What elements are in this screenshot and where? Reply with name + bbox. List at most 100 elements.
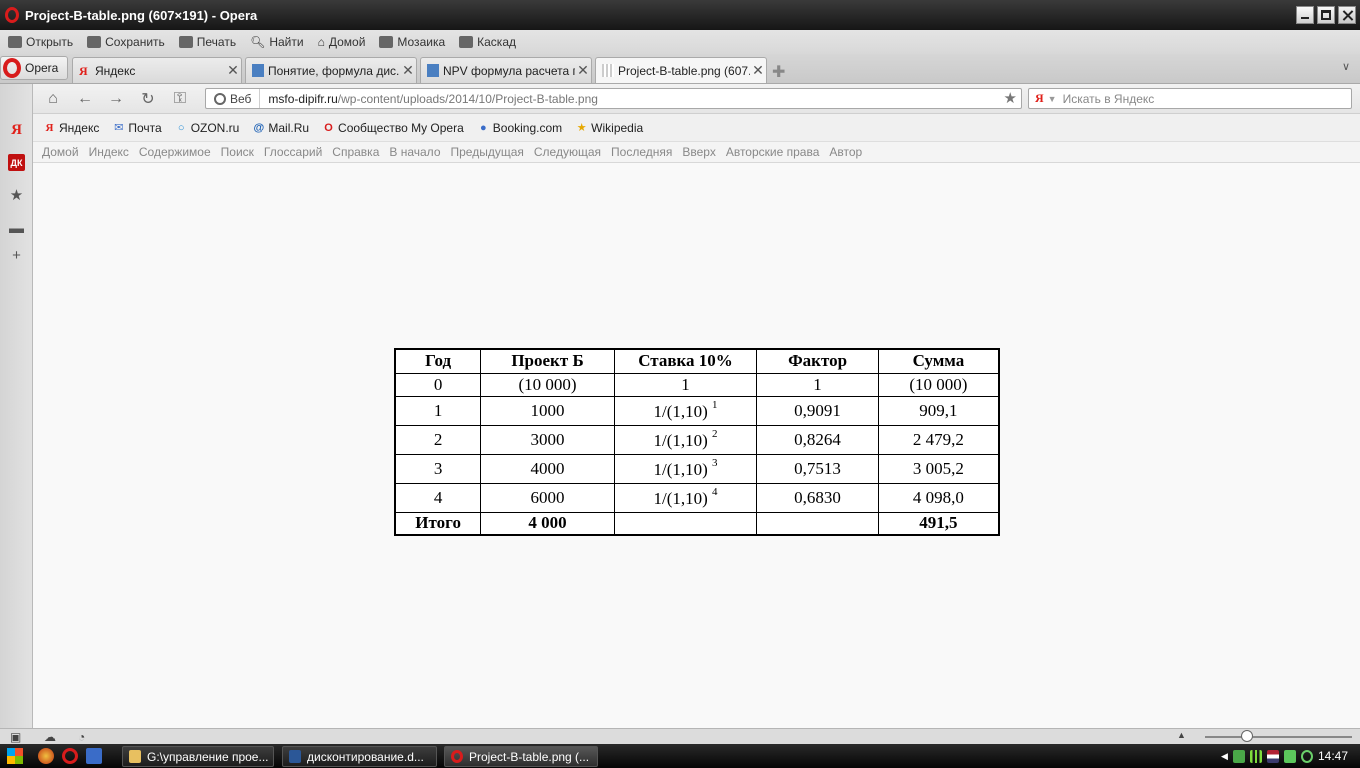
- notes-icon[interactable]: ▬: [8, 220, 25, 237]
- back-icon[interactable]: ←: [75, 89, 95, 109]
- network-icon[interactable]: [1283, 749, 1296, 763]
- add-panel-icon[interactable]: +: [8, 247, 25, 264]
- search-placeholder: Искать в Яндекс: [1062, 91, 1155, 106]
- bookmark-ozon[interactable]: ○ OZON.ru: [175, 121, 240, 135]
- windows-taskbar: G:\управление прое... дисконтирование.d.…: [0, 744, 1360, 768]
- nav-link-up[interactable]: Вверх: [682, 145, 715, 159]
- open-button[interactable]: Открыть: [8, 35, 73, 49]
- zoom-slider-track[interactable]: [1205, 736, 1352, 738]
- tab-close-icon[interactable]: ✕: [750, 62, 766, 79]
- nav-link-last[interactable]: Последняя: [611, 145, 672, 159]
- status-icon[interactable]: [1300, 749, 1313, 763]
- tab-close-icon[interactable]: ✕: [400, 62, 416, 79]
- home-icon[interactable]: ⌂: [43, 89, 63, 109]
- cascade-button[interactable]: Каскад: [459, 35, 516, 49]
- opera-icon[interactable]: [62, 748, 78, 764]
- page-icon: [252, 64, 264, 77]
- view-chevron-up-icon[interactable]: ▲: [1177, 730, 1191, 743]
- search-field[interactable]: Я ▼ Искать в Яндекс: [1028, 88, 1352, 109]
- tab-close-icon[interactable]: ✕: [225, 62, 241, 79]
- panel-toggle-icon[interactable]: ▣: [10, 730, 24, 744]
- clock[interactable]: 14:47: [1318, 749, 1348, 763]
- printer-icon: [178, 36, 193, 48]
- bookmark-booking[interactable]: ● Booking.com: [477, 121, 562, 135]
- bookmark-my-opera[interactable]: O Сообщество My Opera: [322, 121, 464, 135]
- minimize-button[interactable]: [1296, 6, 1314, 24]
- windows-logo-icon: [7, 748, 23, 764]
- nav-link-index[interactable]: Индекс: [89, 145, 129, 159]
- opera-logo-icon: [5, 7, 19, 23]
- yandex-icon: Я: [45, 121, 54, 134]
- window-title: Project-B-table.png (607×191) - Opera: [25, 7, 258, 23]
- folder-icon: [129, 750, 141, 763]
- signal-icon[interactable]: [1249, 749, 1262, 763]
- save-button[interactable]: Сохранить: [87, 35, 165, 49]
- bookmark-mailru[interactable]: @ Mail.Ru: [252, 121, 309, 135]
- ozon-icon: ○: [177, 121, 185, 134]
- url-text[interactable]: msfo-dipifr.ru/wp-content/uploads/2014/1…: [260, 92, 598, 106]
- close-button[interactable]: [1338, 6, 1356, 24]
- address-bar[interactable]: Веб msfo-dipifr.ru/wp-content/uploads/20…: [205, 88, 1022, 109]
- nav-link-search[interactable]: Поиск: [221, 145, 254, 159]
- odnoklassniki-panel-icon[interactable]: ДК: [8, 154, 25, 171]
- key-icon[interactable]: ⚿: [170, 89, 190, 109]
- site-info-badge[interactable]: Веб: [206, 89, 261, 108]
- envelope-icon: ✉: [114, 122, 124, 134]
- bookmarks-bar: Я Яндекс ✉ Почта ○ OZON.ru @ Mail.Ru O Сообще…: [33, 114, 1360, 142]
- tab-close-icon[interactable]: ✕: [575, 62, 591, 79]
- nav-link-first[interactable]: В начало: [389, 145, 440, 159]
- nav-link-previous[interactable]: Предыдущая: [451, 145, 524, 159]
- opera-unite-cloud-icon[interactable]: ☁: [44, 730, 58, 744]
- download-icon[interactable]: [1232, 749, 1245, 763]
- taskbar-button-opera[interactable]: Project-B-table.png (...: [444, 746, 598, 767]
- home-icon: ⌂: [317, 35, 325, 49]
- nav-link-next[interactable]: Следующая: [534, 145, 601, 159]
- print-button[interactable]: Печать: [178, 35, 236, 49]
- nav-link-glossary[interactable]: Глоссарий: [264, 145, 322, 159]
- taskbar-button-explorer[interactable]: G:\управление прое...: [122, 746, 274, 767]
- nav-link-author[interactable]: Автор: [829, 145, 862, 159]
- speedometer-icon[interactable]: ◔: [78, 730, 92, 744]
- yandex-panel-icon[interactable]: Я: [8, 122, 25, 139]
- tab-yandex[interactable]: Я Яндекс ✕: [72, 57, 242, 83]
- start-button[interactable]: [0, 744, 30, 768]
- home-button[interactable]: ⌂ Домой: [318, 35, 366, 49]
- show-desktop-icon[interactable]: [86, 748, 102, 764]
- folder-icon: [8, 36, 22, 48]
- bookmark-wikipedia[interactable]: ★ Wikipedia: [575, 121, 643, 135]
- navigation-bar: ⌂ ← → ↻ ⚿ Веб msfo-dipifr.ru/wp-content/…: [33, 84, 1360, 114]
- bookmark-mail[interactable]: ✉ Почта: [112, 121, 161, 135]
- cascade-icon: [459, 36, 474, 48]
- tab-npv-formula[interactable]: NPV формула расчета п... ✕: [420, 57, 592, 83]
- find-button[interactable]: 🔍︎ Найти: [250, 35, 303, 49]
- tab-npv-concept[interactable]: Понятие, формула дис... ✕: [245, 57, 417, 83]
- yandex-search-icon: Я: [1035, 91, 1044, 105]
- nav-link-contents[interactable]: Содержимое: [139, 145, 211, 159]
- image-icon: [602, 64, 614, 77]
- new-tab-icon[interactable]: ✚: [772, 62, 785, 82]
- browser-icon[interactable]: [38, 748, 54, 764]
- language-flag-icon[interactable]: [1266, 749, 1279, 763]
- nav-link-home[interactable]: Домой: [42, 145, 79, 159]
- chevron-down-icon[interactable]: ▼: [1048, 94, 1057, 104]
- taskbar-button-word[interactable]: дисконтирование.d...: [282, 746, 437, 767]
- tab-list-chevron-down-icon[interactable]: ∨: [1342, 60, 1350, 73]
- zoom-slider-handle[interactable]: [1241, 730, 1253, 742]
- forward-icon[interactable]: →: [106, 89, 126, 109]
- opera-icon: [451, 750, 463, 763]
- bookmarks-star-icon[interactable]: ★: [8, 186, 25, 204]
- at-icon: @: [253, 121, 265, 134]
- opera-menu-button[interactable]: Opera: [0, 56, 68, 80]
- tray-chevron-left-icon[interactable]: ◀: [1221, 751, 1228, 762]
- table-row: 3 4000 1/(1,10) 3 0,7513 3 005,2: [394, 453, 1000, 484]
- bookmark-star-icon[interactable]: ★: [1004, 89, 1017, 107]
- side-panel: Я ДК ★ ▬ +: [0, 84, 33, 728]
- table-row: 4 6000 1/(1,10) 4 0,6830 4 098,0: [394, 482, 1000, 513]
- bookmark-yandex[interactable]: Я Яндекс: [43, 121, 100, 135]
- tab-project-b-table[interactable]: Project-B-table.png (607... ✕: [595, 57, 767, 83]
- nav-link-copyright[interactable]: Авторские права: [726, 145, 820, 159]
- nav-link-help[interactable]: Справка: [332, 145, 379, 159]
- maximize-button[interactable]: [1317, 6, 1335, 24]
- reload-icon[interactable]: ↻: [138, 89, 158, 109]
- tile-button[interactable]: Мозаика: [379, 35, 445, 49]
